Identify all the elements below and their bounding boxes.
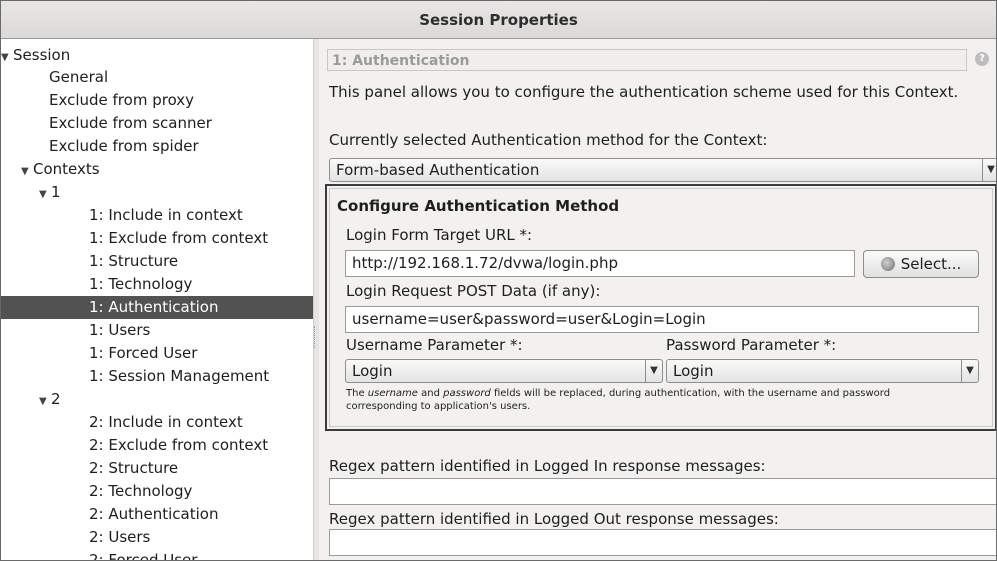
- username-param-select[interactable]: Login ▼: [345, 359, 663, 383]
- tree-item[interactable]: 1: Structure: [1, 250, 313, 273]
- tree-item-label: 1: Authentication: [89, 298, 219, 316]
- tree-item-label: General: [49, 68, 109, 86]
- tree-item-label: Exclude from proxy: [49, 91, 195, 109]
- tree-item[interactable]: ▼ 2: [1, 388, 313, 411]
- tree-item-label: 1: Include in context: [89, 206, 243, 224]
- password-param-value: Login: [673, 362, 714, 380]
- tree-item-label: 1: Structure: [89, 252, 179, 270]
- tree-item-label: 1: Exclude from context: [89, 229, 269, 247]
- tree-item-label: 1: [51, 183, 61, 201]
- tree-item[interactable]: 2: Users: [1, 526, 313, 549]
- select-button[interactable]: Select...: [863, 250, 979, 278]
- tree-item-label: 2: Authentication: [89, 505, 219, 523]
- tree-item-label: 1: Session Management: [89, 367, 270, 385]
- tree-item[interactable]: General: [1, 66, 313, 89]
- tree-item[interactable]: 2: Authentication: [1, 503, 313, 526]
- chevron-down-icon: ▼: [982, 159, 996, 181]
- tree-item[interactable]: 2: Include in context: [1, 411, 313, 434]
- chevron-down-icon: ▼: [645, 360, 662, 382]
- tree-item-label: 2: [51, 390, 61, 408]
- tree-item-label: 1: Forced User: [89, 344, 198, 362]
- session-properties-window: Session Properties ▼ Session General Exclud…: [0, 0, 997, 561]
- tree-item-label: 2: Exclude from context: [89, 436, 269, 454]
- chevron-down-icon: ▼: [961, 360, 978, 382]
- tree-item[interactable]: 1: Technology: [1, 273, 313, 296]
- expand-arrow-icon[interactable]: ▼: [21, 160, 33, 183]
- tree-item-label: 2: Users: [89, 528, 151, 546]
- tree-item-label: 2: Forced User: [89, 551, 198, 560]
- logged-in-regex-input[interactable]: [329, 478, 996, 505]
- tree-item[interactable]: 1: Exclude from context: [1, 227, 313, 250]
- tree-item[interactable]: 1: Authentication: [1, 296, 313, 319]
- globe-icon: [880, 257, 895, 271]
- panel-description: This panel allows you to configure the a…: [329, 83, 959, 101]
- fields-note: The username and password fields will be…: [346, 388, 891, 412]
- logged-in-label: Regex pattern identified in Logged In re…: [329, 457, 766, 475]
- password-param-select[interactable]: Login ▼: [666, 359, 979, 383]
- tree-item-label: 2: Structure: [89, 459, 179, 477]
- login-url-label: Login Form Target URL *:: [346, 226, 533, 244]
- tree-item[interactable]: Exclude from spider: [1, 135, 313, 158]
- session-tree[interactable]: ▼ Session General Exclude from proxy Exclude…: [1, 39, 313, 560]
- logged-out-label: Regex pattern identified in Logged Out r…: [329, 510, 779, 528]
- username-param-label: Username Parameter *:: [346, 336, 523, 354]
- password-param-label: Password Parameter *:: [666, 336, 837, 354]
- tree-item[interactable]: ▼ Contexts: [1, 158, 313, 181]
- tree-item-label: Session: [13, 46, 71, 64]
- authentication-panel: 1: Authentication ? This panel allows yo…: [319, 39, 996, 560]
- tree-item[interactable]: 1: Users: [1, 319, 313, 342]
- post-data-input[interactable]: username=user&password=user&Login=Login: [345, 306, 979, 333]
- tree-item[interactable]: 1: Include in context: [1, 204, 313, 227]
- username-param-value: Login: [352, 362, 393, 380]
- configure-authentication-group: Configure Authentication Method Login Fo…: [325, 184, 996, 431]
- expand-arrow-icon[interactable]: ▼: [39, 183, 51, 206]
- help-icon[interactable]: ?: [975, 52, 989, 66]
- expand-arrow-icon[interactable]: ▼: [39, 390, 51, 413]
- logged-out-regex-input[interactable]: [329, 529, 996, 556]
- tree-item[interactable]: 2: Exclude from context: [1, 434, 313, 457]
- login-url-input[interactable]: http://192.168.1.72/dvwa/login.php: [345, 250, 855, 277]
- post-data-label: Login Request POST Data (if any):: [346, 282, 601, 300]
- tree-item[interactable]: Exclude from proxy: [1, 89, 313, 112]
- tree-item[interactable]: ▼ Session: [1, 44, 313, 67]
- tree-item-label: 2: Technology: [89, 482, 193, 500]
- tree-item[interactable]: 2: Structure: [1, 457, 313, 480]
- splitter-grip[interactable]: [314, 326, 318, 348]
- tree-item[interactable]: Exclude from scanner: [1, 112, 313, 135]
- tree-item[interactable]: 2: Technology: [1, 480, 313, 503]
- configure-title: Configure Authentication Method: [337, 197, 620, 215]
- tree-item-label: Exclude from scanner: [49, 114, 212, 132]
- tree-item[interactable]: ▼ 1: [1, 181, 313, 204]
- authentication-method-select[interactable]: Form-based Authentication ▼: [329, 158, 996, 182]
- tree-item-label: 2: Include in context: [89, 413, 243, 431]
- window-title: Session Properties: [1, 1, 996, 39]
- tree-item[interactable]: 1: Forced User: [1, 342, 313, 365]
- panel-header: 1: Authentication: [327, 49, 967, 71]
- authentication-method-value: Form-based Authentication: [336, 161, 540, 179]
- tree-item-label: 1: Technology: [89, 275, 193, 293]
- tree-item-label: Contexts: [33, 160, 100, 178]
- tree-item[interactable]: 1: Session Management: [1, 365, 313, 388]
- tree-item-label: 1: Users: [89, 321, 151, 339]
- tree-item-label: Exclude from spider: [49, 137, 199, 155]
- tree-item[interactable]: 2: Forced User: [1, 549, 313, 560]
- method-label: Currently selected Authentication method…: [329, 131, 768, 149]
- select-button-label: Select...: [900, 255, 962, 273]
